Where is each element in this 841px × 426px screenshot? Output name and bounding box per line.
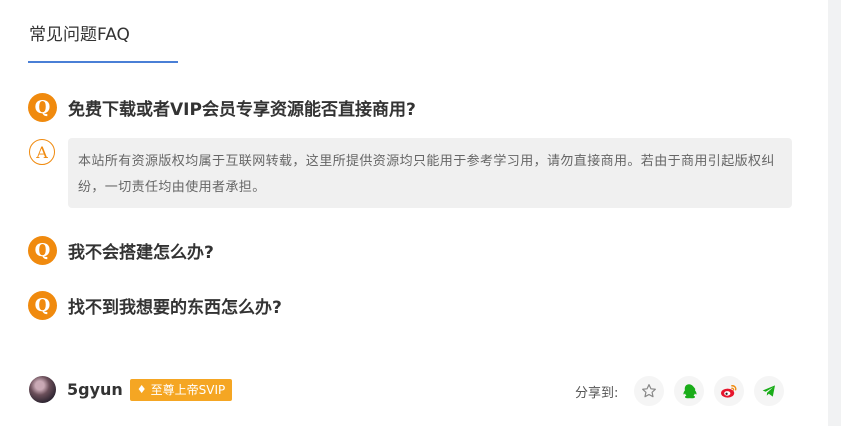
vip-badge-label: 至尊上帝SVIP [150,383,226,397]
question-icon: Q [28,93,57,122]
faq-answer-1: 本站所有资源版权均属于互联网转载，这里所提供资源均只能用于参考学习用，请勿直接商… [68,138,792,208]
page-side-strip [828,0,841,426]
share-favorite-button[interactable] [634,376,665,406]
share-weibo-button[interactable] [714,376,745,406]
avatar[interactable] [29,376,56,403]
diamond-icon: ♦ [136,383,147,396]
faq-question-1[interactable]: Q 免费下载或者VIP会员专享资源能否直接商用? [28,93,416,122]
faq-title-underline [28,61,178,63]
qq-icon [683,383,697,398]
share-bar: 分享到: [575,376,785,406]
answer-icon: A [29,139,55,165]
weibo-icon [721,385,737,398]
faq-section-title: 常见问题FAQ [29,25,130,45]
author-info: 5gyun ♦ 至尊上帝SVIP [29,376,233,403]
share-label: 分享到: [575,385,619,401]
question-icon: Q [28,291,57,320]
faq-question-2[interactable]: Q 我不会搭建怎么办? [28,236,214,265]
faq-question-3[interactable]: Q 找不到我想要的东西怎么办? [28,291,282,320]
faq-question-text: 找不到我想要的东西怎么办? [68,298,282,318]
share-qq-button[interactable] [674,376,705,406]
star-icon [642,384,657,398]
author-name[interactable]: 5gyun [67,380,123,399]
telegram-icon [763,385,776,397]
share-telegram-button[interactable] [754,376,785,406]
faq-question-text: 我不会搭建怎么办? [68,243,214,263]
vip-badge: ♦ 至尊上帝SVIP [129,378,233,401]
question-icon: Q [28,236,57,265]
faq-question-text: 免费下载或者VIP会员专享资源能否直接商用? [68,100,416,120]
